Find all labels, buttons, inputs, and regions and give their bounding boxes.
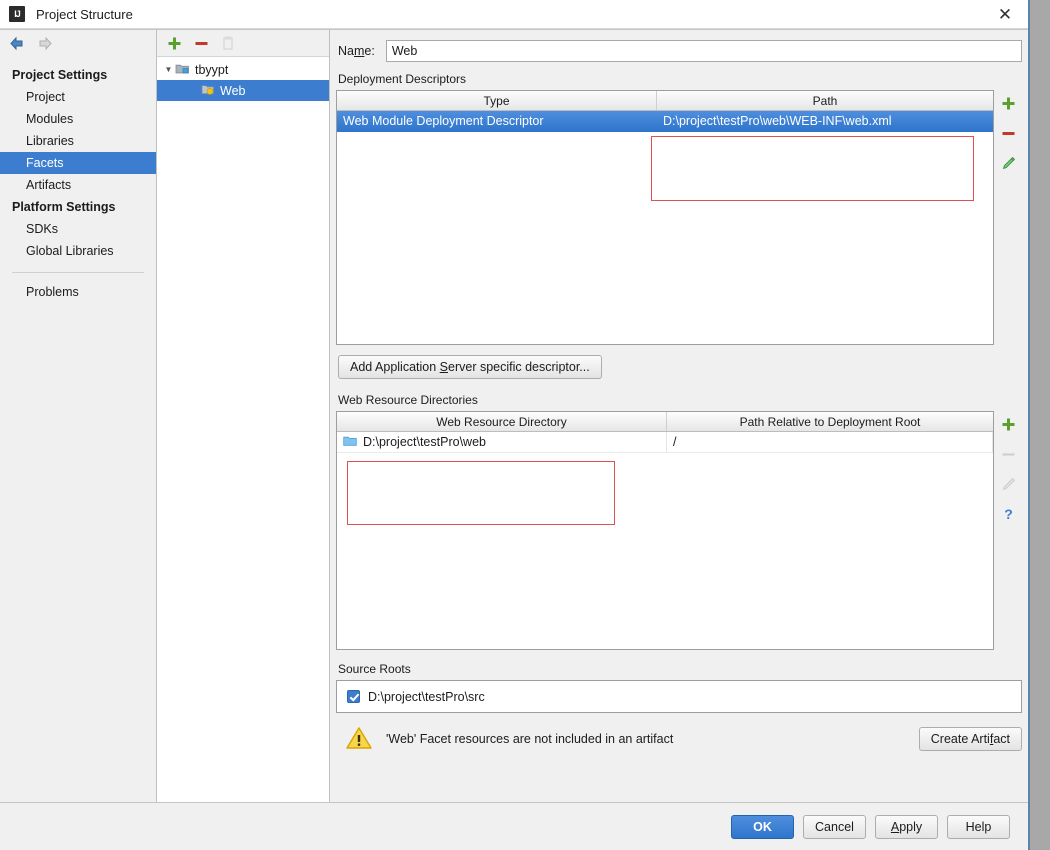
table-header: Type Path (337, 91, 993, 111)
apply-button[interactable]: Apply (875, 814, 938, 839)
create-artifact-label-before: Create Arti (930, 732, 990, 746)
deployment-descriptors-toolbar (994, 90, 1022, 345)
facet-tree: ▼ tbyypt Web (157, 56, 329, 802)
column-header-path[interactable]: Path (657, 91, 993, 110)
help-icon[interactable]: ? (1001, 506, 1016, 523)
warning-icon (346, 726, 372, 753)
web-resource-directories-section: Web Resource Directory Path Relative to … (336, 411, 1022, 650)
source-root-checkbox[interactable] (347, 690, 360, 703)
help-button[interactable]: Help (947, 814, 1010, 839)
copy-icon (221, 36, 235, 51)
plus-icon[interactable] (1001, 96, 1016, 111)
folder-icon (343, 435, 357, 450)
facet-tree-panel: ▼ tbyypt Web (157, 30, 330, 802)
project-structure-dialog: IJ Project Structure ✕ Project Settings … (0, 0, 1030, 850)
deployment-descriptors-table: Type Path Web Module Deployment Descript… (336, 90, 994, 345)
sidebar-group-platform-settings: Platform Settings (12, 200, 116, 214)
cancel-button[interactable]: Cancel (803, 814, 866, 839)
sidebar-items: Project Settings Project Modules Librari… (0, 56, 156, 303)
minus-icon[interactable] (194, 36, 209, 51)
pencil-icon (1001, 477, 1016, 492)
tree-node-label: Web (220, 83, 246, 98)
settings-sidebar: Project Settings Project Modules Librari… (0, 30, 157, 802)
plus-icon[interactable] (167, 36, 182, 51)
sidebar-nav-arrows (0, 30, 156, 56)
plus-icon[interactable] (1001, 417, 1016, 432)
arrow-right-icon (37, 36, 54, 51)
add-descriptor-label-after: erver specific descriptor... (448, 360, 590, 374)
ok-button[interactable]: OK (731, 814, 794, 839)
sidebar-item-sdks[interactable]: SDKs (0, 218, 156, 240)
chevron-down-icon[interactable]: ▼ (162, 65, 175, 74)
tree-node-label: tbyypt (195, 62, 229, 77)
column-header-path-relative[interactable]: Path Relative to Deployment Root (667, 412, 993, 431)
facet-editor-panel: Name: Deployment Descriptors Type Path W… (330, 30, 1028, 802)
cell-path: D:\project\testPro\web\WEB-INF\web.xml (663, 114, 892, 128)
sidebar-item-project[interactable]: Project (0, 86, 156, 108)
window-title: Project Structure (36, 6, 133, 22)
table-row[interactable]: Web Module Deployment Descriptor D:\proj… (337, 111, 993, 132)
tree-node-web[interactable]: Web (157, 80, 329, 101)
module-icon (175, 62, 190, 78)
name-label-mnemonic: m (353, 44, 365, 58)
svg-text:?: ? (1004, 507, 1013, 522)
sidebar-item-facets[interactable]: Facets (0, 152, 156, 174)
add-descriptor-label-before: Add Application (350, 360, 440, 374)
artifact-warning-text: 'Web' Facet resources are not included i… (386, 732, 674, 746)
column-header-type[interactable]: Type (337, 91, 657, 110)
close-icon[interactable]: ✕ (982, 0, 1028, 29)
source-root-path: D:\project\testPro\src (368, 689, 485, 704)
cell-text: D:\project\testPro\web (363, 435, 486, 449)
sidebar-group-project-settings: Project Settings (12, 68, 108, 82)
sidebar-item-problems[interactable]: Problems (0, 281, 156, 303)
arrow-left-icon[interactable] (8, 36, 25, 51)
source-roots-label: Source Roots (338, 662, 411, 676)
create-artifact-button[interactable]: Create Artifact (918, 727, 1022, 751)
tree-node-tbyypt[interactable]: ▼ tbyypt (157, 59, 329, 80)
facet-tree-toolbar (157, 30, 329, 56)
web-resource-directories-table: Web Resource Directory Path Relative to … (336, 411, 994, 650)
minus-icon (1001, 447, 1016, 462)
web-resource-directories-label: Web Resource Directories (338, 393, 478, 407)
source-roots-list: D:\project\testPro\src (336, 680, 1022, 713)
title-bar: IJ Project Structure ✕ (0, 0, 1028, 29)
app-icon: IJ (9, 6, 25, 22)
sidebar-item-global-libraries[interactable]: Global Libraries (0, 240, 156, 262)
facet-name-label: Name: (338, 44, 375, 58)
facet-name-row: Name: (336, 30, 1022, 72)
sidebar-item-artifacts[interactable]: Artifacts (0, 174, 156, 196)
web-resource-directories-toolbar: ? (994, 411, 1022, 650)
add-app-server-descriptor-button[interactable]: Add Application Server specific descript… (338, 355, 602, 379)
deployment-descriptors-label: Deployment Descriptors (338, 72, 467, 86)
cell-type: Web Module Deployment Descriptor (343, 114, 544, 128)
create-artifact-label-after: act (993, 732, 1010, 746)
table-row[interactable]: D:\project\testPro\web / (337, 432, 993, 453)
column-header-web-resource-directory[interactable]: Web Resource Directory (337, 412, 667, 431)
minus-icon[interactable] (1001, 126, 1016, 141)
deployment-descriptors-section: Type Path Web Module Deployment Descript… (336, 90, 1022, 345)
table-body: Web Module Deployment Descriptor D:\proj… (337, 111, 993, 344)
dialog-footer: OK Cancel Apply Help (0, 802, 1028, 850)
add-descriptor-row: Add Application Server specific descript… (336, 345, 1022, 393)
dialog-body: Project Settings Project Modules Librari… (0, 29, 1028, 802)
facet-name-input[interactable] (385, 40, 1022, 62)
artifact-warning-row: 'Web' Facet resources are not included i… (336, 713, 1022, 765)
table-header: Web Resource Directory Path Relative to … (337, 412, 993, 432)
web-facet-icon (201, 83, 215, 99)
table-body: D:\project\testPro\web / (337, 432, 993, 649)
cell-web-resource-directory: D:\project\testPro\web (337, 432, 667, 452)
sidebar-divider (12, 272, 144, 273)
apply-label-after: pply (899, 819, 923, 834)
pencil-icon[interactable] (1001, 156, 1016, 171)
sidebar-item-modules[interactable]: Modules (0, 108, 156, 130)
cell-path-relative: / (667, 432, 993, 452)
add-descriptor-mnemonic: S (439, 360, 448, 374)
sidebar-item-libraries[interactable]: Libraries (0, 130, 156, 152)
apply-mnemonic: A (890, 819, 900, 834)
